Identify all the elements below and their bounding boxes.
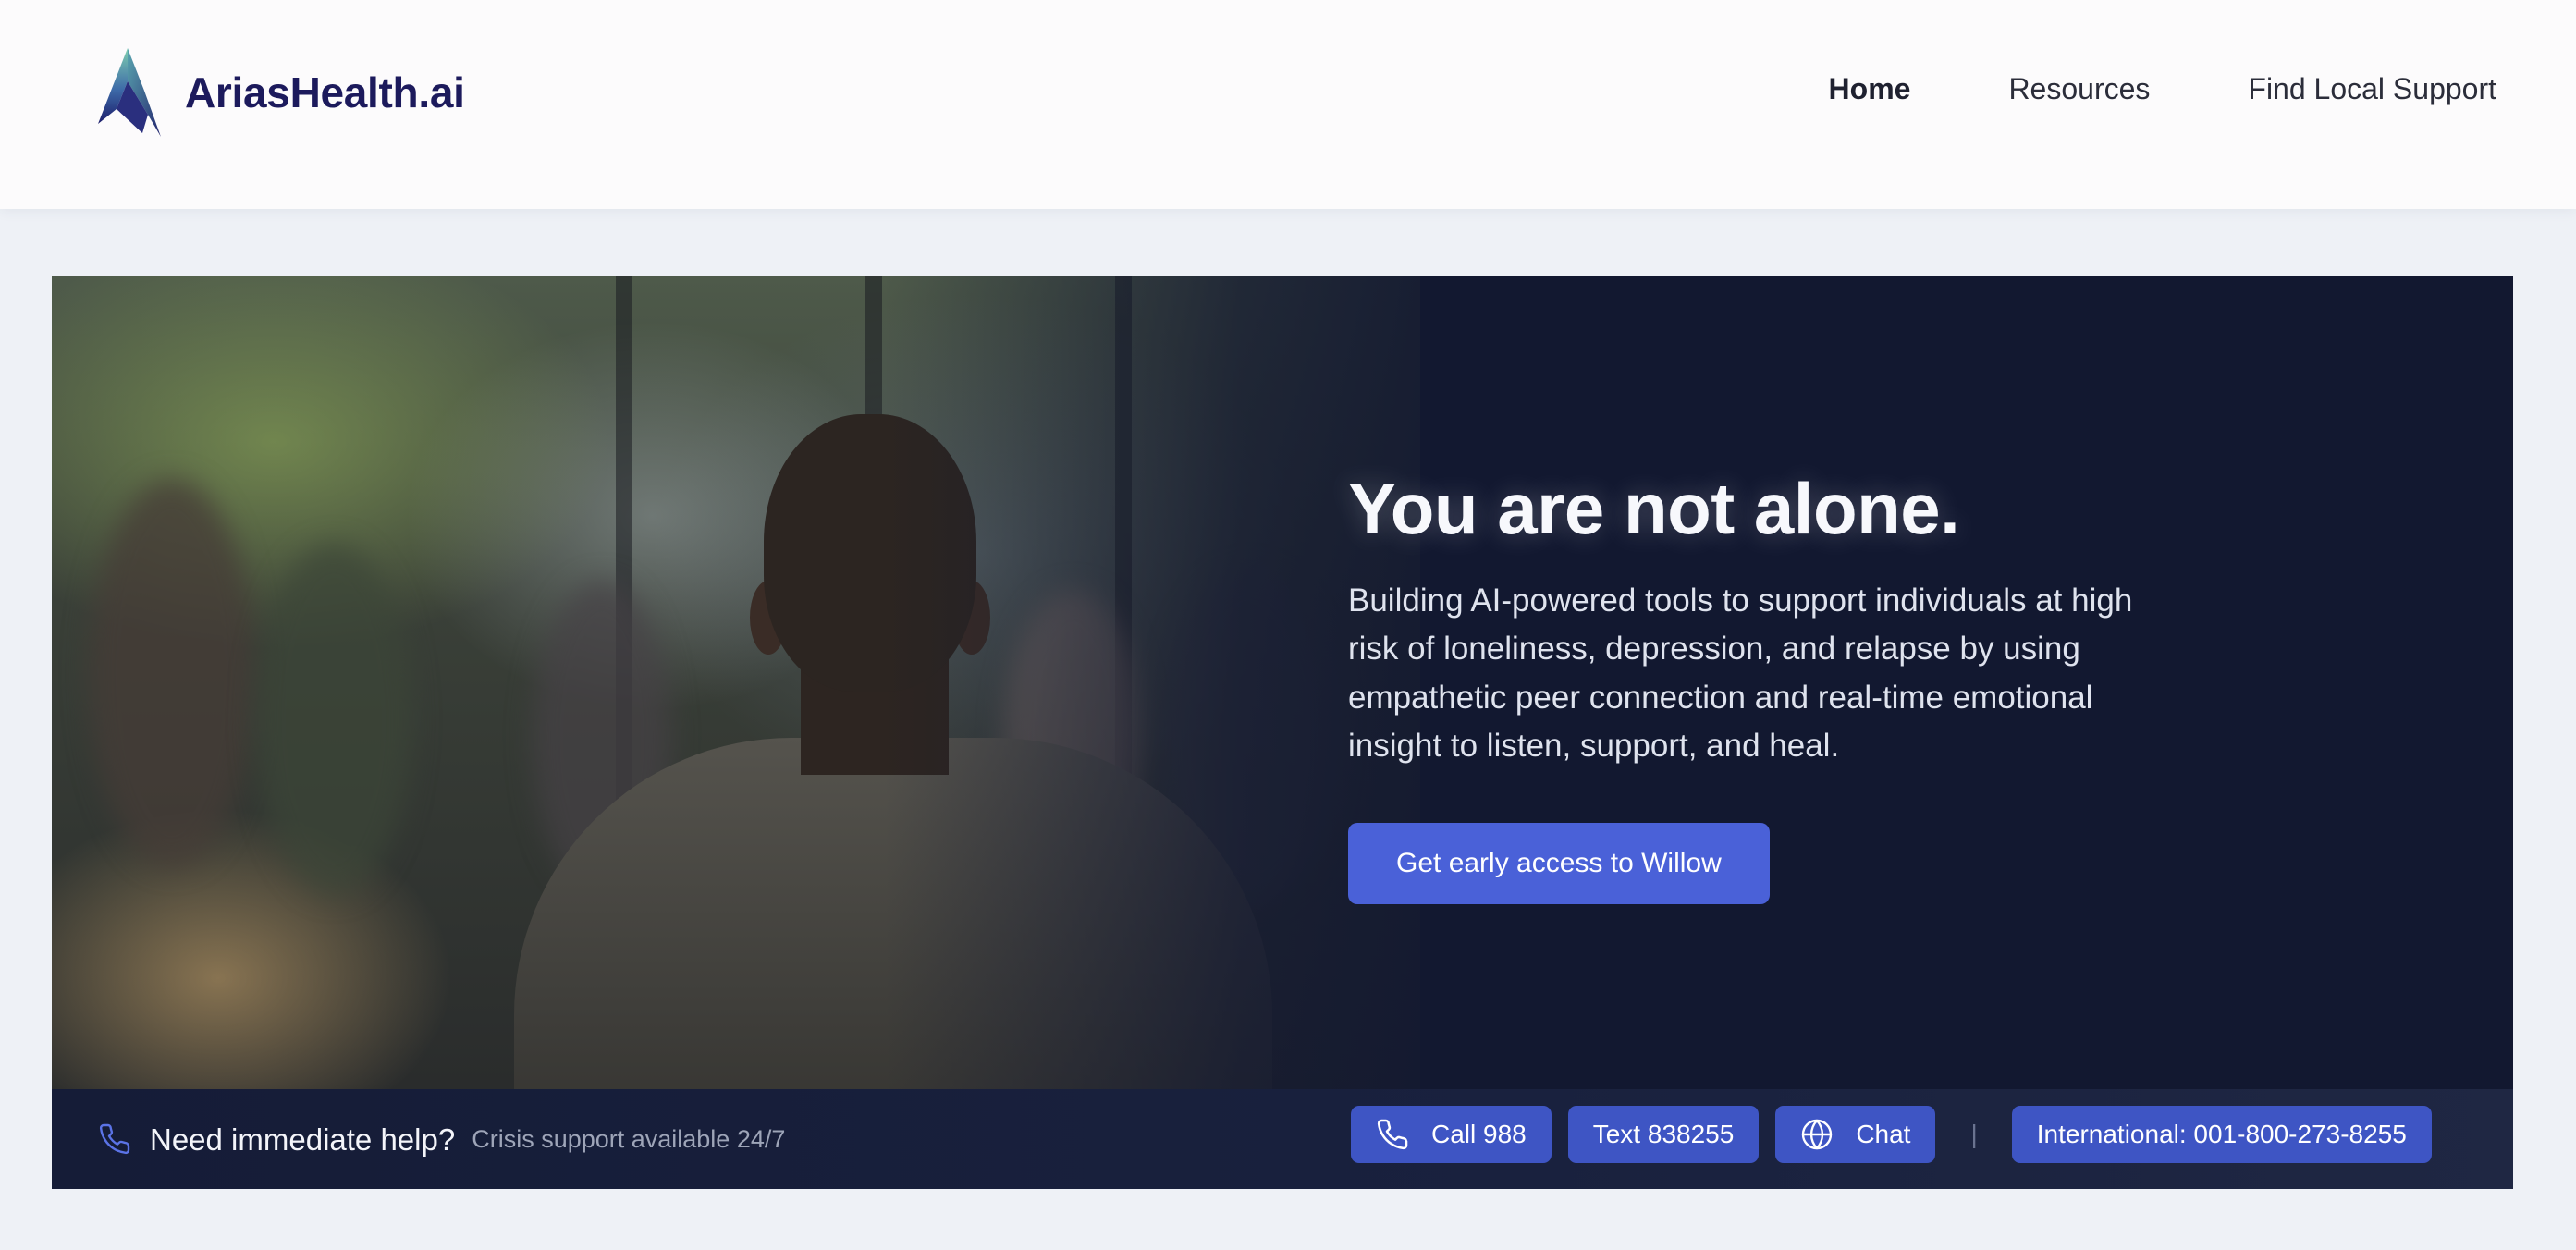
crisis-actions: Call 988 Text 838255 Chat | Internationa… (1351, 1106, 2432, 1163)
chat-label: Chat (1856, 1120, 1911, 1148)
early-access-button[interactable]: Get early access to Willow (1348, 822, 1770, 904)
crisis-info: Need immediate help? Crisis support avai… (98, 1089, 785, 1189)
brand[interactable]: AriasHealth.ai (96, 48, 465, 137)
crisis-title: Need immediate help? (150, 1121, 456, 1157)
international-label: International: 001-800-273-8255 (2036, 1120, 2407, 1148)
chat-button[interactable]: Chat (1775, 1106, 1936, 1163)
international-hotline-button[interactable]: International: 001-800-273-8255 (2011, 1106, 2432, 1163)
text-label: Text 838255 (1592, 1120, 1735, 1148)
main-nav: Home Resources Find Local Support (1731, 74, 2496, 104)
logo-icon (98, 48, 161, 137)
nav-resources[interactable]: Resources (2008, 74, 2150, 104)
phone-icon (99, 1123, 130, 1155)
hero-subtitle: Building AI-powered tools to support ind… (1348, 582, 2133, 765)
hero-title: You are not alone. (1348, 468, 1960, 549)
brand-name: AriasHealth.ai (185, 68, 465, 116)
call-988-button[interactable]: Call 988 (1351, 1106, 1552, 1163)
globe-icon (1802, 1119, 1833, 1150)
phone-icon (1377, 1119, 1408, 1150)
call-label: Call 988 (1431, 1120, 1527, 1148)
site-header: AriasHealth.ai Home Resources Find Local… (0, 0, 2576, 209)
crisis-support-bar: Need immediate help? Crisis support avai… (52, 1089, 2513, 1189)
hero-content: You are not alone. Building AI-powered t… (1348, 468, 2180, 904)
hero-section: You are not alone. Building AI-powered t… (52, 276, 2513, 1189)
crisis-subtitle: Crisis support available 24/7 (472, 1124, 786, 1153)
nav-home[interactable]: Home (1829, 74, 1911, 104)
divider: | (1970, 1120, 1978, 1148)
text-838255-button[interactable]: Text 838255 (1567, 1106, 1760, 1163)
nav-find-local-support[interactable]: Find Local Support (2248, 74, 2496, 104)
